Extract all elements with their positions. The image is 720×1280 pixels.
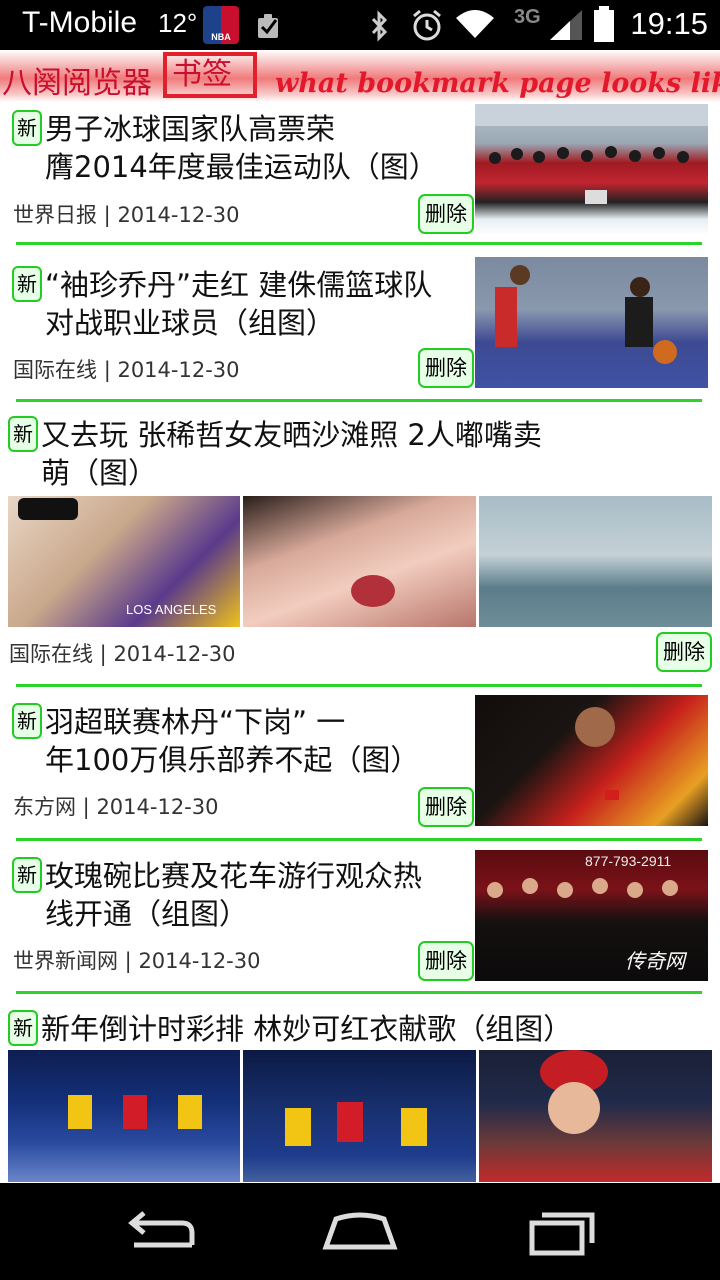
tab-bookmarks[interactable]: 书签 xyxy=(163,52,257,98)
new-badge: 新 xyxy=(12,703,42,739)
app-title: 八阕阅览器 xyxy=(2,66,152,101)
title-line: 玫瑰碗比赛及花车游行观众热 xyxy=(45,859,423,893)
list-item[interactable]: 新玫瑰碗比赛及花车游行观众热 线开通（组图） 世界新闻网 | 2014-12-3… xyxy=(0,847,720,997)
title-line: 男子冰球国家队高票荣 xyxy=(45,112,336,146)
new-badge: 新 xyxy=(12,857,42,893)
delete-button[interactable]: 删除 xyxy=(418,194,474,234)
rehearsal-photo xyxy=(8,1050,240,1182)
title-line: “袖珍乔丹”走红 建侏儒篮球队 xyxy=(45,268,433,302)
divider xyxy=(16,838,702,841)
watermark-text: 传奇网 xyxy=(625,949,688,973)
phone-number-text: 877-793-2911 xyxy=(585,853,671,869)
rose-queens-photo: 877-793-2911 传奇网 xyxy=(475,850,708,981)
recent-apps-icon[interactable] xyxy=(522,1207,602,1257)
title-line: 萌（图） xyxy=(41,456,158,490)
alarm-icon xyxy=(413,9,441,41)
temperature: 12° xyxy=(158,8,198,38)
article-date: 2014-12-30 xyxy=(96,795,219,819)
title-line: 线开通（组图） xyxy=(45,897,249,931)
home-icon[interactable] xyxy=(320,1207,400,1257)
network-type: 3G xyxy=(514,6,541,28)
title-line: 新年倒计时彩排 林妙可红衣献歌（组图） xyxy=(41,1012,573,1046)
meta-separator: | xyxy=(76,795,97,819)
new-badge: 新 xyxy=(12,110,42,146)
article-title[interactable]: 新又去玩 张稀哲女友晒沙滩照 2人嘟嘴卖 萌（图） xyxy=(8,416,708,492)
article-date: 2014-12-30 xyxy=(117,358,240,382)
annotation-caption: what bookmark page looks like xyxy=(275,68,720,99)
list-item[interactable]: 新羽超联赛林丹“下岗” 一 年100万俱乐部养不起（图） 东方网 | 2014-… xyxy=(0,693,720,843)
article-source: 国际在线 xyxy=(9,642,93,666)
nba-icon: NBA xyxy=(203,6,239,44)
article-source: 国际在线 xyxy=(13,358,104,382)
list-item[interactable]: 新新年倒计时彩排 林妙可红衣献歌（组图） xyxy=(0,1002,720,1182)
app-header: 八阕阅览器 书签 what bookmark page looks like xyxy=(0,50,720,102)
article-source: 世界新闻网 xyxy=(13,949,118,973)
new-badge: 新 xyxy=(8,1010,38,1046)
wifi-icon xyxy=(456,10,494,38)
battery-icon xyxy=(594,6,614,42)
article-title[interactable]: 新男子冰球国家队高票荣 膺2014年度最佳运动队（图） xyxy=(12,110,472,186)
title-line: 对战职业球员（组图） xyxy=(45,306,336,340)
singer-photo xyxy=(479,1050,712,1182)
title-line: 年100万俱乐部养不起（图） xyxy=(45,743,420,777)
rehearsal-photo xyxy=(243,1050,476,1182)
new-badge: 新 xyxy=(12,266,42,302)
checkbox-icon xyxy=(258,14,278,38)
title-line: 又去玩 张稀哲女友晒沙滩照 2人嘟嘴卖 xyxy=(41,418,542,452)
badminton-player-photo xyxy=(475,695,708,826)
article-meta: 世界新闻网 | 2014-12-30 xyxy=(13,945,260,975)
title-line: 膺2014年度最佳运动队（图） xyxy=(45,150,438,184)
back-icon[interactable] xyxy=(120,1207,200,1257)
meta-separator: | xyxy=(103,358,118,382)
divider xyxy=(16,991,702,994)
article-source: 东方网 xyxy=(13,795,76,819)
list-item[interactable]: 新 “袖珍乔丹”走红 建侏儒篮球队 对战职业球员（组图） 国际在线 | 2014-… xyxy=(0,254,720,404)
new-badge: 新 xyxy=(8,416,38,452)
list-item[interactable]: 新又去玩 张稀哲女友晒沙滩照 2人嘟嘴卖 萌（图） LOS ANGELES 国际… xyxy=(0,408,720,688)
delete-button[interactable]: 删除 xyxy=(656,632,712,672)
meta-separator: | xyxy=(118,949,139,973)
navigation-bar xyxy=(0,1183,720,1280)
divider xyxy=(16,242,702,245)
carrier-name: T-Mobile xyxy=(22,6,138,39)
status-bar: T-Mobile 12° NBA 3G 19:15 xyxy=(0,0,720,50)
article-meta: 东方网 | 2014-12-30 xyxy=(13,791,218,821)
article-date: 2014-12-30 xyxy=(117,203,240,227)
delete-button[interactable]: 删除 xyxy=(418,941,474,981)
couple-selfie-photo: LOS ANGELES xyxy=(8,496,240,627)
bluetooth-icon xyxy=(371,10,388,42)
basketball-photo xyxy=(475,257,708,388)
article-date: 2014-12-30 xyxy=(113,642,236,666)
signal-icon xyxy=(550,10,582,40)
article-meta: 国际在线 | 2014-12-30 xyxy=(9,638,235,668)
hockey-team-photo xyxy=(475,104,708,235)
article-meta: 世界日报 | 2014-12-30 xyxy=(13,199,239,229)
jersey-text: LOS ANGELES xyxy=(126,602,217,617)
divider xyxy=(16,684,702,687)
girl-selfie-photo xyxy=(243,496,476,627)
article-title[interactable]: 新新年倒计时彩排 林妙可红衣献歌（组图） xyxy=(8,1010,718,1048)
article-title[interactable]: 新玫瑰碗比赛及花车游行观众热 线开通（组图） xyxy=(12,857,472,933)
delete-button[interactable]: 删除 xyxy=(418,787,474,827)
meta-separator: | xyxy=(97,203,118,227)
beach-photo xyxy=(479,496,712,627)
meta-separator: | xyxy=(93,642,114,666)
article-title[interactable]: 新 “袖珍乔丹”走红 建侏儒篮球队 对战职业球员（组图） xyxy=(12,266,472,342)
article-title[interactable]: 新羽超联赛林丹“下岗” 一 年100万俱乐部养不起（图） xyxy=(12,703,472,779)
clock: 19:15 xyxy=(630,6,708,41)
article-date: 2014-12-30 xyxy=(138,949,261,973)
list-item[interactable]: 新男子冰球国家队高票荣 膺2014年度最佳运动队（图） 世界日报 | 2014-… xyxy=(0,102,720,247)
article-meta: 国际在线 | 2014-12-30 xyxy=(13,354,240,384)
nba-logo-text: NBA xyxy=(211,32,231,42)
delete-button[interactable]: 删除 xyxy=(418,348,474,388)
article-source: 世界日报 xyxy=(13,203,97,227)
divider xyxy=(16,399,702,402)
bookmark-list: 新男子冰球国家队高票荣 膺2014年度最佳运动队（图） 世界日报 | 2014-… xyxy=(0,102,720,1182)
title-line: 羽超联赛林丹“下岗” 一 xyxy=(45,705,346,739)
